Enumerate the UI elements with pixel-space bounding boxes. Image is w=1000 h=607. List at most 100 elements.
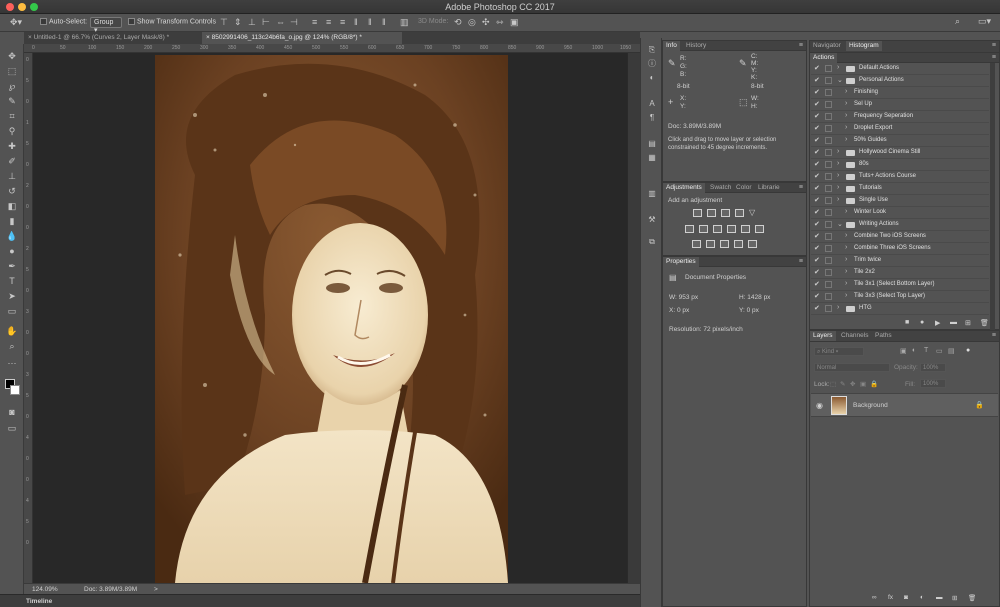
filter-smart-icon[interactable]: ▤ [948, 347, 955, 355]
quick-select-tool-icon[interactable]: ✎ [5, 95, 19, 108]
dodge-tool-icon[interactable]: ● [5, 245, 19, 258]
align-vcenter-icon[interactable]: ⇕ [234, 18, 242, 27]
dialog-toggle[interactable] [825, 89, 832, 96]
action-row[interactable]: ✔ › Droplet Export [811, 123, 989, 135]
align-hcenter-icon[interactable]: ⇔ [276, 18, 285, 27]
action-row[interactable]: ✔ › Single Use [811, 195, 989, 207]
delete-action-icon[interactable]: 🗑 [980, 319, 989, 327]
action-enabled-check-icon[interactable]: ✔ [814, 244, 820, 252]
record-icon[interactable]: ● [920, 319, 924, 326]
zoom-level[interactable]: 124.09% [32, 586, 58, 593]
action-row[interactable]: ✔ › Winter Look [811, 207, 989, 219]
tab-channels[interactable]: Channels [838, 331, 871, 341]
align-top-icon[interactable]: ⊤ [220, 18, 228, 27]
action-enabled-check-icon[interactable]: ✔ [814, 220, 820, 228]
chevron-right-icon[interactable]: › [845, 112, 847, 119]
brightness-contrast-icon[interactable] [693, 209, 702, 217]
action-row[interactable]: ✔ › HTG [811, 303, 989, 315]
action-enabled-check-icon[interactable]: ✔ [814, 232, 820, 240]
filter-toggle-icon[interactable]: ● [966, 347, 970, 354]
blur-tool-icon[interactable]: 💧 [5, 230, 19, 243]
posterize-icon[interactable] [706, 240, 715, 248]
dialog-toggle[interactable] [825, 149, 832, 156]
chevron-right-icon[interactable]: › [845, 244, 847, 251]
tab-properties[interactable]: Properties [663, 257, 699, 267]
panel-menu-icon[interactable]: ≡ [992, 42, 996, 49]
dialog-toggle[interactable] [825, 221, 832, 228]
mask-icon[interactable]: ◙ [904, 594, 908, 601]
blend-mode-dropdown[interactable]: Normal [814, 363, 890, 372]
chevron-right-icon[interactable]: › [837, 160, 839, 167]
lock-position-icon[interactable]: ✥ [850, 380, 855, 388]
action-row[interactable]: ✔ ⌄ Writing Actions [811, 219, 989, 231]
trash-icon[interactable]: 🗑 [968, 594, 976, 602]
hue-saturation-icon[interactable] [685, 225, 694, 233]
brush-tool-icon[interactable]: ✐ [5, 155, 19, 168]
paragraph-panel-icon[interactable]: ¶ [646, 112, 658, 123]
dialog-toggle[interactable] [825, 113, 832, 120]
dialog-toggle[interactable] [825, 197, 832, 204]
action-row[interactable]: ✔ › Tile 2x2 [811, 267, 989, 279]
action-enabled-check-icon[interactable]: ✔ [814, 76, 820, 84]
dialog-toggle[interactable] [825, 137, 832, 144]
hand-tool-icon[interactable]: ✋ [5, 325, 19, 338]
chevron-down-icon[interactable]: ⌄ [837, 220, 843, 228]
curves-icon[interactable] [721, 209, 730, 217]
tab-color[interactable]: Color [733, 183, 755, 193]
tab-info[interactable]: Info [663, 41, 680, 51]
vertical-ruler[interactable]: 0 5 0 1 5 0 2 0 0 2 5 0 3 0 0 3 5 0 4 0 0 4 5 0 [24, 53, 33, 583]
filter-adjustment-icon[interactable]: ◐ [912, 347, 916, 354]
dialog-toggle[interactable] [825, 281, 832, 288]
dialog-toggle[interactable] [825, 125, 832, 132]
action-row[interactable]: ✔ › Trim twice [811, 255, 989, 267]
photo-filter-icon[interactable] [727, 225, 736, 233]
action-row[interactable]: ✔ › Default Actions [811, 63, 989, 75]
chevron-right-icon[interactable]: › [845, 100, 847, 107]
notes-icon[interactable]: ▦ [646, 152, 658, 163]
stop-icon[interactable]: ■ [905, 319, 909, 326]
3d-pan-icon[interactable]: ✣ [482, 18, 490, 27]
show-transform-controls-checkbox[interactable]: Show Transform Controls [128, 18, 216, 25]
fill-field[interactable]: 100% [920, 379, 946, 388]
action-row[interactable]: ✔ ⌄ Personal Actions [811, 75, 989, 87]
chevron-right-icon[interactable]: › [845, 232, 847, 239]
dialog-toggle[interactable] [825, 101, 832, 108]
filter-pixel-icon[interactable]: ▣ [900, 347, 907, 355]
chevron-right-icon[interactable]: › [845, 88, 847, 95]
action-enabled-check-icon[interactable]: ✔ [814, 124, 820, 132]
tab-photo[interactable]: × 8502991406_113c24b6fa_o.jpg @ 124% (RG… [202, 32, 402, 44]
play-icon[interactable]: ▶ [935, 319, 940, 327]
workspace-icon[interactable]: ▭▾ [978, 17, 991, 26]
info-panel-icon[interactable]: ⓘ [646, 58, 658, 69]
background-color-swatch[interactable] [10, 385, 20, 395]
lock-all-icon[interactable]: 🔒 [870, 380, 878, 388]
new-action-icon[interactable]: ⊞ [965, 319, 971, 327]
auto-select-dropdown[interactable]: Group ▾ [90, 17, 122, 34]
tab-untitled-1[interactable]: × Untitled-1 @ 66.7% (Curves 2, Layer Ma… [24, 32, 202, 44]
filter-shape-icon[interactable]: ▭ [936, 347, 943, 355]
dialog-toggle[interactable] [825, 293, 832, 300]
layer-row-background[interactable]: ◉ Background 🔒 [811, 393, 998, 417]
3d-scale-icon[interactable]: ▣ [510, 18, 519, 27]
tab-history[interactable]: History [683, 41, 709, 51]
new-layer-icon[interactable]: ⊞ [952, 594, 957, 602]
lasso-tool-icon[interactable]: ℘ [5, 80, 19, 93]
panel-menu-icon[interactable]: ≡ [799, 42, 803, 49]
tab-actions[interactable]: Actions [810, 53, 838, 63]
chevron-right-icon[interactable]: › [837, 184, 839, 191]
chevron-right-icon[interactable]: › [845, 124, 847, 131]
move-tool-icon[interactable]: ✥ [5, 50, 19, 63]
align-left-icon[interactable]: ⊢ [262, 18, 270, 27]
chevron-right-icon[interactable]: › [845, 256, 847, 263]
tab-libraries[interactable]: Librarie [755, 183, 783, 193]
visibility-eye-icon[interactable]: ◉ [816, 401, 823, 410]
layer-lock-icon[interactable]: 🔒 [975, 401, 984, 409]
folder-icon[interactable]: ▬ [936, 594, 943, 601]
dialog-toggle[interactable] [825, 65, 832, 72]
action-row[interactable]: ✔ › Finishing [811, 87, 989, 99]
distribute-vcenter-icon[interactable]: ≡ [326, 18, 331, 27]
sepia-portrait-photo[interactable] [155, 55, 508, 583]
eraser-tool-icon[interactable]: ◧ [5, 200, 19, 213]
type-tool-icon[interactable]: T [5, 275, 19, 288]
chevron-right-icon[interactable]: › [845, 268, 847, 275]
